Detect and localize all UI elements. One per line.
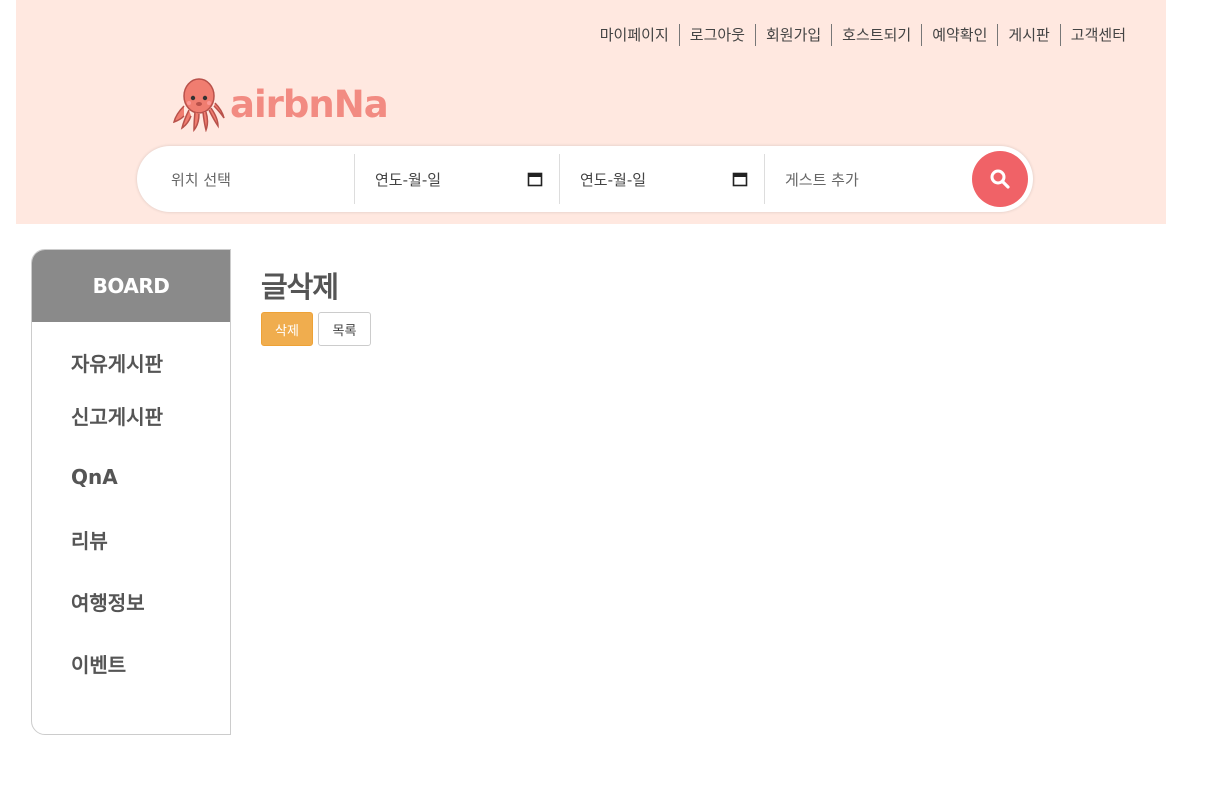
sidebar-title: BOARD [32,250,230,322]
logo[interactable]: airbnNa [172,76,389,132]
location-select[interactable]: 위치 선택 [137,154,355,204]
nav-logout[interactable]: 로그아웃 [678,24,755,46]
list-button[interactable]: 목록 [318,312,371,346]
guest-input[interactable]: 게스트 추가 [765,154,965,204]
nav-board[interactable]: 게시판 [997,24,1059,46]
nav-become-host[interactable]: 호스트되기 [831,24,921,46]
nav-signup[interactable]: 회원가입 [754,24,831,46]
logo-text: airbnNa [230,82,389,126]
calendar-icon[interactable] [732,171,748,187]
sidebar-item-travel-info[interactable]: 여행정보 [32,570,230,632]
top-nav: 마이페이지 로그아웃 회원가입 호스트되기 예약확인 게시판 고객센터 [590,24,1136,46]
location-placeholder: 위치 선택 [171,170,231,189]
search-bar: 위치 선택 연도-월-일 연도-월-일 게스트 추가 [137,146,1033,212]
sidebar-list: 자유게시판 신고게시판 QnA 리뷰 여행정보 이벤트 [32,322,230,694]
nav-mypage[interactable]: 마이페이지 [590,24,679,46]
sidebar-item-event[interactable]: 이벤트 [32,632,230,694]
board-sidebar: BOARD 자유게시판 신고게시판 QnA 리뷰 여행정보 이벤트 [31,249,231,735]
header: 마이페이지 로그아웃 회원가입 호스트되기 예약확인 게시판 고객센터 airb… [16,0,1166,224]
sidebar-item-report-board[interactable]: 신고게시판 [32,384,230,446]
checkout-date-input[interactable]: 연도-월-일 [560,154,765,204]
checkin-placeholder: 연도-월-일 [375,170,442,189]
search-icon [990,169,1010,189]
delete-button[interactable]: 삭제 [261,312,313,346]
search-button[interactable] [972,151,1028,207]
sidebar-item-qna[interactable]: QnA [32,446,230,508]
nav-reservations[interactable]: 예약확인 [921,24,997,46]
calendar-icon[interactable] [527,171,543,187]
nav-support[interactable]: 고객센터 [1059,24,1136,46]
checkin-date-input[interactable]: 연도-월-일 [355,154,560,204]
sidebar-item-review[interactable]: 리뷰 [32,508,230,570]
page-title: 글삭제 [261,270,339,304]
sidebar-item-free-board[interactable]: 자유게시판 [32,348,230,384]
checkout-placeholder: 연도-월-일 [580,170,647,189]
octopus-icon [172,78,225,132]
guest-placeholder: 게스트 추가 [785,170,859,189]
